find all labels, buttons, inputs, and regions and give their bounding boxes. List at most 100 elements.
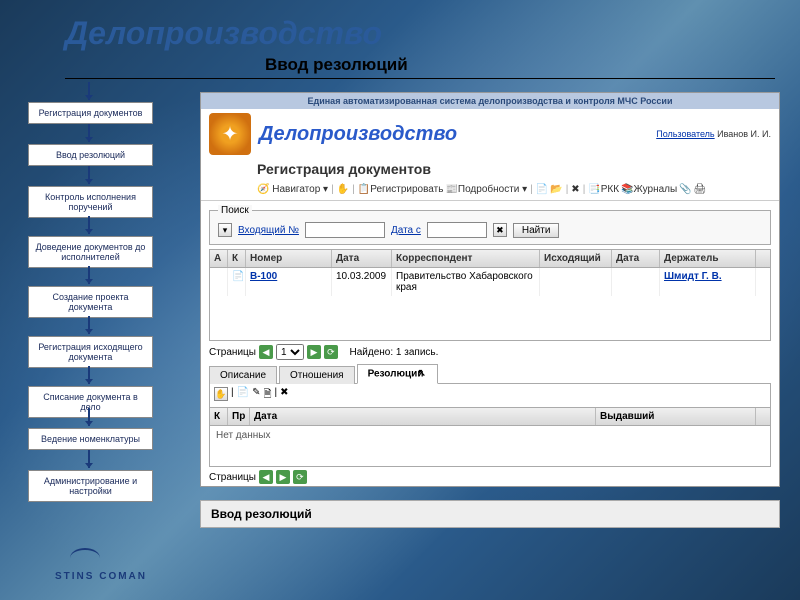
col-number[interactable]: Номер bbox=[246, 250, 332, 267]
res-delete-icon[interactable]: ✖ bbox=[280, 387, 288, 404]
found-label: Найдено: 1 запись. bbox=[350, 347, 439, 358]
detail-tabs: Описание Отношения Резолюции↖ bbox=[209, 363, 771, 384]
row-doc-icon: 📄 bbox=[228, 268, 246, 296]
nav-item-deliver[interactable]: Доведение документов до исполнителей bbox=[28, 236, 153, 268]
nav-arrow-icon bbox=[88, 366, 90, 384]
page2-refresh-button[interactable]: ⟳ bbox=[293, 470, 307, 484]
resolutions-toolbar: ✋ | 📄 ✎ 🗎 | ✖ bbox=[209, 384, 771, 407]
details-button[interactable]: 📰Подробности ▾ bbox=[445, 184, 527, 195]
res-edit-icon[interactable]: ✎ bbox=[252, 387, 260, 404]
row-date: 10.03.2009 bbox=[332, 268, 392, 296]
res-new-icon[interactable]: 📄 bbox=[237, 387, 249, 404]
slide-title: Делопроизводство bbox=[65, 15, 382, 52]
documents-grid: А К Номер Дата Корреспондент Исходящий Д… bbox=[209, 249, 771, 341]
nav-arrow-icon bbox=[88, 124, 90, 142]
page-select[interactable]: 1 bbox=[276, 344, 304, 360]
res-doc-icon[interactable]: 🗎 bbox=[263, 387, 271, 404]
col-a[interactable]: А bbox=[210, 250, 228, 267]
emblem-icon bbox=[209, 113, 251, 155]
page-prev-button[interactable]: ◀ bbox=[259, 345, 273, 359]
pager2: Страницы ◀ ▶ ⟳ bbox=[209, 470, 771, 484]
user-name: Иванов И. И. bbox=[717, 129, 771, 139]
grid-header: А К Номер Дата Корреспондент Исходящий Д… bbox=[210, 250, 770, 268]
col-date[interactable]: Дата bbox=[332, 250, 392, 267]
col-outgoing[interactable]: Исходящий bbox=[540, 250, 612, 267]
nav-item-admin[interactable]: Администрирование и настройки bbox=[28, 470, 153, 502]
col-holder[interactable]: Держатель bbox=[660, 250, 756, 267]
pages2-label: Страницы bbox=[209, 472, 256, 483]
table-row[interactable]: 📄 В-100 10.03.2009 Правительство Хабаров… bbox=[210, 268, 770, 296]
nav-item-nomenclature[interactable]: Ведение номенклатуры bbox=[28, 428, 153, 450]
col-correspondent[interactable]: Корреспондент bbox=[392, 250, 540, 267]
tab-resolutions[interactable]: Резолюции↖ bbox=[357, 364, 439, 384]
page2-prev-button[interactable]: ◀ bbox=[259, 470, 273, 484]
row-outgoing bbox=[540, 268, 612, 296]
resolutions-grid: К Пр Дата Выдавший Нет данных bbox=[209, 407, 771, 467]
title-divider bbox=[65, 78, 775, 79]
attach-icon[interactable]: 📎 bbox=[679, 184, 691, 195]
date-from-label[interactable]: Дата с bbox=[391, 225, 421, 236]
nav-arrow-icon bbox=[88, 82, 90, 100]
system-header: Единая автоматизированная система делопр… bbox=[201, 93, 779, 109]
col2-date[interactable]: Дата bbox=[250, 408, 596, 425]
page-refresh-button[interactable]: ⟳ bbox=[324, 345, 338, 359]
cursor-icon: ↖ bbox=[417, 368, 427, 380]
nav-item-writeoff[interactable]: Списание документа в дело bbox=[28, 386, 153, 418]
col2-k[interactable]: К bbox=[210, 408, 228, 425]
search-legend: Поиск bbox=[218, 205, 252, 216]
pages-label: Страницы bbox=[209, 347, 256, 358]
incoming-number-input[interactable] bbox=[305, 222, 385, 238]
brand-swirl-icon bbox=[70, 548, 100, 568]
incoming-number-label[interactable]: Входящий № bbox=[238, 225, 299, 236]
nav-item-resolutions[interactable]: Ввод резолюций bbox=[28, 144, 153, 166]
tab-relations[interactable]: Отношения bbox=[279, 366, 355, 384]
col-date2[interactable]: Дата bbox=[612, 250, 660, 267]
user-label-link[interactable]: Пользователь bbox=[656, 129, 714, 139]
row-date2 bbox=[612, 268, 660, 296]
section-title: Регистрация документов bbox=[201, 159, 779, 181]
move-icon[interactable]: 📂 bbox=[550, 184, 562, 195]
find-button[interactable]: Найти bbox=[513, 223, 560, 238]
nav-arrow-icon bbox=[88, 166, 90, 184]
holder-link[interactable]: Шмидт Г. В. bbox=[664, 271, 722, 282]
doc-number-link[interactable]: В-100 bbox=[250, 271, 277, 282]
slide-caption: Ввод резолюций bbox=[200, 500, 780, 528]
navigator-button[interactable]: 🧭 Навигатор ▾ bbox=[257, 184, 328, 195]
nav-item-register-docs[interactable]: Регистрация документов bbox=[28, 102, 153, 124]
nav-item-create-draft[interactable]: Создание проекта документа bbox=[28, 286, 153, 318]
slide-subtitle: Ввод резолюций bbox=[265, 55, 408, 75]
col-k[interactable]: К bbox=[228, 250, 246, 267]
nav-arrow-icon bbox=[88, 408, 90, 426]
date-from-input[interactable] bbox=[427, 222, 487, 238]
res-add-button[interactable]: ✋ bbox=[214, 387, 228, 401]
nav-arrow-icon bbox=[88, 216, 90, 234]
nav-arrow-icon bbox=[88, 316, 90, 334]
page2-next-button[interactable]: ▶ bbox=[276, 470, 290, 484]
app-window: Единая автоматизированная система делопр… bbox=[200, 92, 780, 487]
app-title: Делопроизводство bbox=[259, 123, 457, 146]
tab-description[interactable]: Описание bbox=[209, 366, 277, 384]
col2-issued[interactable]: Выдавший bbox=[596, 408, 756, 425]
nav-arrow-icon bbox=[88, 450, 90, 468]
expand-search-button[interactable]: ▾ bbox=[218, 223, 232, 237]
col2-pr[interactable]: Пр bbox=[228, 408, 250, 425]
print-icon[interactable]: 🖨 bbox=[694, 184, 707, 195]
copy-icon[interactable]: 📄 bbox=[536, 184, 548, 195]
nav-item-outgoing[interactable]: Регистрация исходящего документа bbox=[28, 336, 153, 368]
footer-brand: STINS COMAN bbox=[55, 571, 147, 582]
register-button[interactable]: 📋Регистрировать bbox=[358, 184, 444, 195]
clear-search-button[interactable]: ✖ bbox=[493, 223, 507, 237]
nav-arrow-icon bbox=[88, 266, 90, 284]
pager: Страницы ◀ 1 ▶ ⟳ Найдено: 1 запись. bbox=[209, 344, 771, 360]
page-next-button[interactable]: ▶ bbox=[307, 345, 321, 359]
user-block: Пользователь Иванов И. И. bbox=[656, 129, 771, 139]
resolutions-empty: Нет данных bbox=[210, 426, 770, 466]
rkk-button[interactable]: 📑РКК bbox=[588, 184, 619, 195]
main-toolbar: 🧭 Навигатор ▾ | ✋ | 📋Регистрировать 📰Под… bbox=[201, 181, 779, 201]
delete-icon[interactable]: ✖ bbox=[571, 184, 579, 195]
journals-button[interactable]: 📚Журналы bbox=[621, 184, 677, 195]
row-correspondent: Правительство Хабаровского края bbox=[392, 268, 540, 296]
search-panel: Поиск ▾ Входящий № Дата с ✖ Найти bbox=[209, 205, 771, 245]
hand-icon[interactable]: ✋ bbox=[337, 184, 349, 195]
nav-item-control[interactable]: Контроль исполнения поручений bbox=[28, 186, 153, 218]
